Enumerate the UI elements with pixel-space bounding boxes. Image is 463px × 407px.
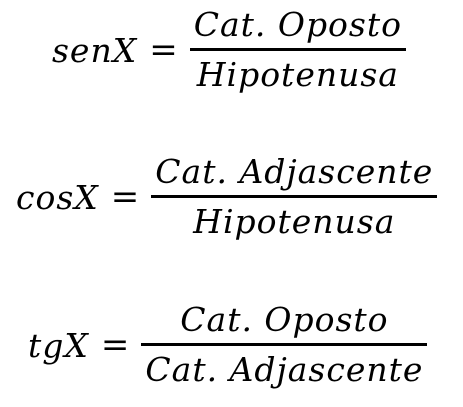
tangent-fraction: Cat. Oposto Cat. Adjascente xyxy=(141,300,428,390)
fraction-bar xyxy=(151,195,438,198)
equals-sign: = xyxy=(149,30,178,70)
tangent-denominator: Cat. Adjascente xyxy=(145,350,424,389)
equals-sign: = xyxy=(100,325,130,365)
cosine-numerator: Cat. Adjascente xyxy=(155,152,434,191)
sine-fraction: Cat. Oposto Hipotenusa xyxy=(189,5,406,95)
fraction-bar xyxy=(189,48,406,51)
sine-label: senX xyxy=(52,30,138,70)
sine-denominator: Hipotenusa xyxy=(196,55,399,94)
equals-sign: = xyxy=(110,177,140,217)
sine-numerator: Cat. Oposto xyxy=(193,5,402,44)
cosine-denominator: Hipotenusa xyxy=(193,202,396,241)
cosine-formula: cosX = Cat. Adjascente Hipotenusa xyxy=(16,152,438,242)
tangent-numerator: Cat. Oposto xyxy=(180,300,389,339)
fraction-bar xyxy=(141,343,428,346)
tangent-formula: tgX = Cat. Oposto Cat. Adjascente xyxy=(28,300,428,390)
tangent-label: tgX xyxy=(28,325,89,365)
sine-formula: senX = Cat. Oposto Hipotenusa xyxy=(52,5,406,95)
cosine-fraction: Cat. Adjascente Hipotenusa xyxy=(151,152,438,242)
cosine-label: cosX xyxy=(16,177,99,217)
